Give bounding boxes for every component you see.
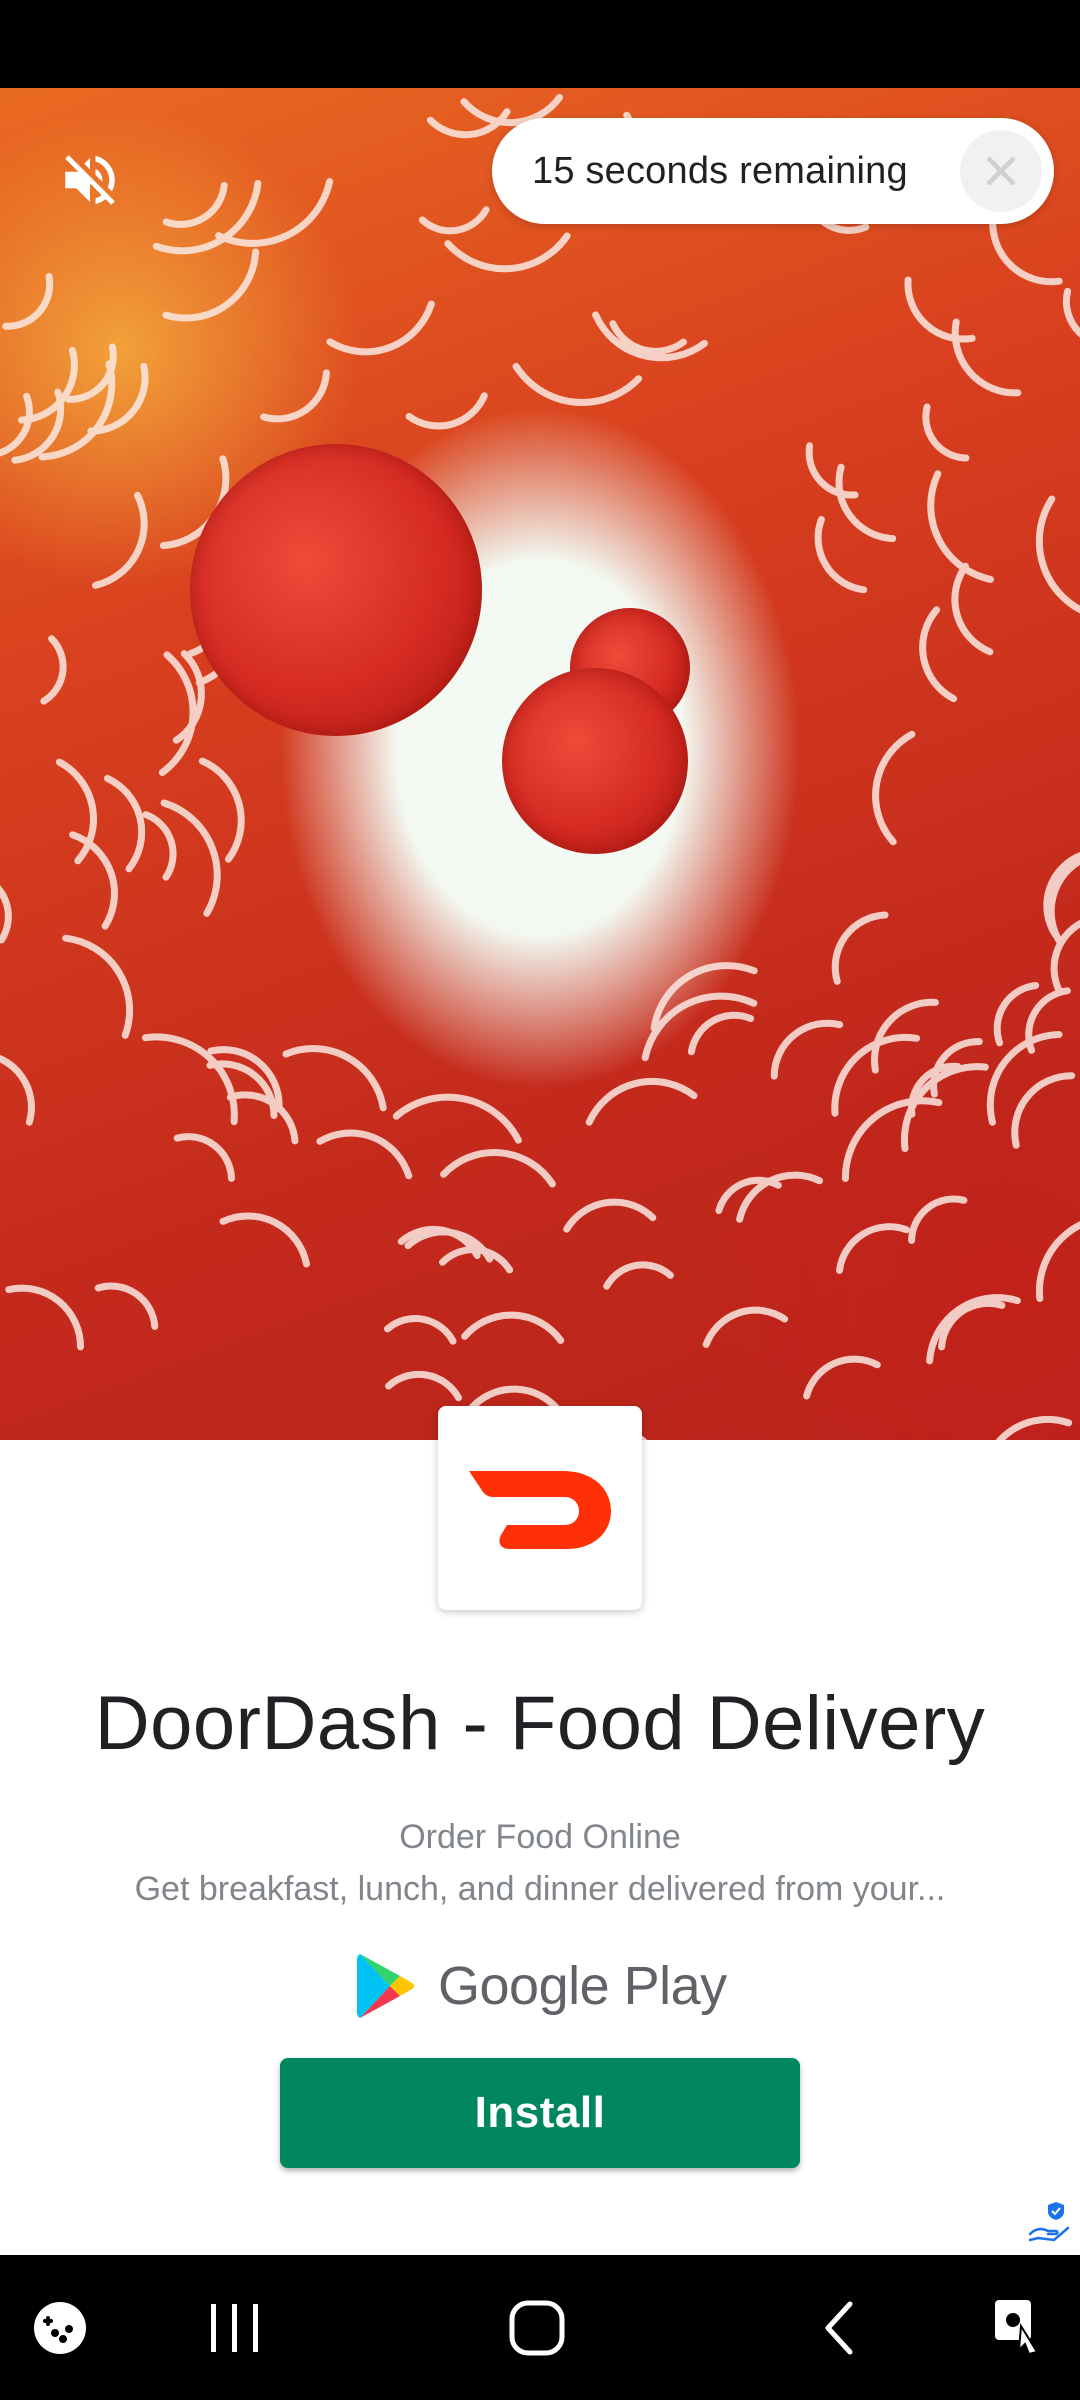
- close-icon: [987, 157, 1015, 185]
- texture-arc: [1035, 495, 1080, 614]
- store-name: Google Play: [438, 1956, 727, 2016]
- texture-arc: [585, 1078, 698, 1126]
- video-sphere: [502, 668, 688, 854]
- texture-arc: [1011, 1072, 1076, 1149]
- texture-arc: [563, 1198, 657, 1233]
- mute-button[interactable]: [50, 140, 130, 220]
- app-icon[interactable]: [438, 1406, 642, 1610]
- texture-arc: [805, 442, 859, 499]
- screen-assist-button[interactable]: [980, 2255, 1060, 2400]
- texture-arc: [158, 651, 197, 776]
- texture-arc: [215, 178, 334, 247]
- texture-arc: [326, 300, 435, 356]
- countdown-pill: 15 seconds remaining: [492, 118, 1054, 224]
- texture-arc: [40, 635, 67, 705]
- app-subtitle: Order Food Online: [399, 1818, 681, 1856]
- texture-arc: [94, 1282, 159, 1330]
- texture-arc: [316, 1129, 413, 1180]
- texture-arc: [418, 206, 490, 235]
- recent-apps-icon: [211, 2303, 258, 2352]
- texture-arc: [835, 463, 897, 542]
- texture-arc: [603, 1261, 674, 1290]
- texture-arc: [461, 1311, 565, 1344]
- texture-arc: [702, 1306, 789, 1348]
- texture-arc: [922, 403, 970, 462]
- texture-arc: [512, 362, 643, 407]
- texture-arc: [770, 1019, 844, 1080]
- texture-arc: [226, 1091, 299, 1145]
- install-button[interactable]: Install: [280, 2058, 800, 2168]
- texture-arc: [385, 1370, 462, 1402]
- screen-assist-icon: [995, 2299, 1039, 2355]
- texture-arc: [904, 276, 976, 343]
- texture-arc: [872, 730, 916, 846]
- texture-arc: [142, 811, 177, 881]
- texture-arc: [0, 392, 33, 457]
- google-play-logo-icon: [357, 1954, 415, 2018]
- back-icon: [825, 2301, 853, 2354]
- texture-arc: [162, 182, 228, 228]
- recent-apps-button[interactable]: [195, 2255, 275, 2400]
- texture-arc: [219, 1212, 310, 1268]
- google-play-badge: Google Play: [356, 1948, 727, 2024]
- texture-arc: [173, 1133, 235, 1182]
- game-launcher-icon: [34, 2301, 86, 2354]
- texture-arc: [1035, 1221, 1080, 1302]
- texture-arc: [1062, 287, 1080, 338]
- texture-arc: [0, 1054, 35, 1126]
- texture-arc: [62, 934, 134, 1039]
- texture-arc: [55, 758, 98, 865]
- game-launcher-button[interactable]: [20, 2255, 100, 2400]
- texture-arc: [444, 232, 571, 273]
- texture-arc: [938, 1299, 1006, 1351]
- texture-arc: [803, 1355, 881, 1400]
- back-button[interactable]: [800, 2255, 880, 2400]
- texture-arc: [405, 392, 488, 430]
- texture-arc: [440, 1149, 556, 1188]
- texture-arc: [836, 1223, 910, 1274]
- texture-arc: [104, 774, 146, 873]
- navigation-bar: [0, 2255, 1080, 2400]
- home-icon: [509, 2300, 565, 2355]
- home-button[interactable]: [497, 2255, 577, 2400]
- texture-arc: [841, 1097, 943, 1182]
- texture-arc: [927, 470, 994, 583]
- texture-arc: [814, 516, 868, 594]
- texture-arc: [2, 273, 54, 330]
- status-bar: [0, 0, 1080, 88]
- texture-arc: [900, 1063, 989, 1153]
- texture-arc: [919, 606, 958, 703]
- volume-muted-icon: [65, 155, 115, 205]
- countdown-text: 15 seconds remaining: [532, 149, 908, 192]
- texture-arc: [989, 213, 1063, 286]
- texture-arc: [384, 1315, 457, 1345]
- app-title: DoorDash - Food Delivery: [94, 1681, 986, 1766]
- texture-arc: [392, 1093, 522, 1144]
- texture-arc: [5, 1284, 85, 1351]
- texture-arc: [831, 911, 889, 985]
- doordash-logo-icon: [469, 1471, 611, 1549]
- texture-arc: [282, 1045, 387, 1112]
- adchoices-button[interactable]: [1026, 2198, 1072, 2244]
- texture-arc: [687, 1011, 755, 1056]
- texture-arc: [260, 369, 330, 423]
- texture-arc: [0, 885, 12, 944]
- texture-arc: [11, 388, 65, 464]
- app-description: Get breakfast, lunch, and dinner deliver…: [134, 1870, 946, 1908]
- texture-arc: [908, 1195, 968, 1244]
- adchoices-icon: [1028, 2202, 1070, 2242]
- ad-video[interactable]: [0, 88, 1080, 1440]
- texture-arc: [995, 1415, 1073, 1440]
- texture-arc: [92, 491, 148, 589]
- texture-arc: [951, 318, 1022, 397]
- close-ad-button[interactable]: [960, 130, 1042, 212]
- texture-arc: [1050, 919, 1080, 996]
- texture-arc: [162, 248, 260, 322]
- video-sphere: [190, 444, 482, 736]
- texture-arc: [69, 831, 118, 930]
